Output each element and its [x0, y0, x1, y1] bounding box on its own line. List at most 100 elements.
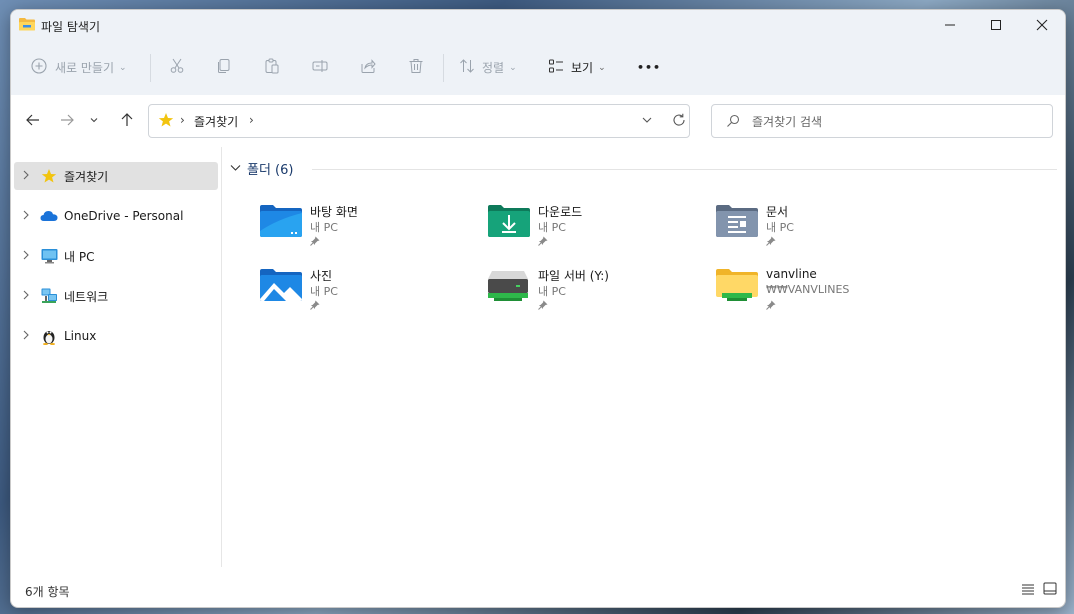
title-bar: 파일 탐색기 — [11, 10, 1065, 40]
monitor-icon — [40, 247, 58, 265]
forward-button[interactable] — [55, 109, 79, 133]
pictures-folder-icon — [258, 265, 304, 305]
toolbar-divider — [150, 54, 151, 82]
view-button-label: 보기 — [571, 61, 594, 75]
cut-button[interactable] — [169, 40, 185, 95]
recent-locations-button[interactable] — [85, 109, 103, 133]
tile-name: 사진 — [310, 269, 333, 283]
cloud-icon — [40, 207, 58, 225]
arrow-right-icon — [60, 113, 74, 130]
tile-name: 바탕 화면 — [310, 205, 358, 219]
drive-tile-file-server[interactable]: 파일 서버 (Y:) 내 PC — [486, 261, 706, 317]
plus-circle-icon — [31, 58, 47, 77]
tile-location: 내 PC — [310, 221, 338, 234]
folder-tile-documents[interactable]: 문서 내 PC — [714, 197, 934, 253]
sort-arrows-icon — [459, 58, 475, 77]
tile-location: ₩₩VANVLINES — [766, 283, 850, 296]
paste-button[interactable] — [264, 40, 280, 95]
delete-button[interactable] — [408, 40, 424, 95]
file-explorer-app-icon — [19, 17, 35, 34]
close-button[interactable] — [1019, 10, 1065, 40]
maximize-button[interactable] — [973, 10, 1019, 40]
tile-location: 내 PC — [310, 285, 338, 298]
status-bar: 6개 항목 — [11, 567, 1065, 607]
folder-tile-downloads[interactable]: 다운로드 내 PC — [486, 197, 706, 253]
chevron-down-icon: ⌄ — [119, 62, 127, 73]
new-button-label: 새로 만들기 — [55, 61, 115, 75]
view-list-icon — [548, 58, 564, 77]
tile-name: 다운로드 — [538, 205, 583, 219]
sidebar-item-onedrive[interactable]: OneDrive - Personal — [14, 202, 218, 230]
pin-icon — [310, 299, 320, 313]
sidebar-item-favorites[interactable]: 즐겨찾기 — [14, 162, 218, 190]
more-options-button[interactable]: ••• — [637, 40, 661, 95]
file-explorer-window: 파일 탐색기 새로 만들기 ⌄ 정렬 ⌄ 보기 ⌄ ••• › 즐겨찾기 › 즐… — [10, 9, 1066, 608]
refresh-icon[interactable] — [672, 113, 686, 130]
chevron-right-icon[interactable] — [22, 290, 36, 303]
tile-location: 내 PC — [766, 221, 794, 234]
new-button[interactable]: 새로 만들기 ⌄ — [31, 40, 127, 95]
chevron-right-icon[interactable] — [22, 250, 36, 263]
share-icon — [360, 58, 376, 77]
chevron-down-icon — [230, 161, 241, 176]
pin-icon — [538, 235, 548, 249]
breadcrumb-segment[interactable]: 즐겨찾기 — [194, 113, 238, 130]
sort-button-label: 정렬 — [482, 61, 505, 75]
pin-icon — [766, 235, 776, 249]
breadcrumb-separator: › — [180, 113, 185, 127]
chevron-right-icon[interactable] — [22, 210, 36, 223]
pin-icon — [766, 299, 776, 313]
documents-folder-icon — [714, 201, 760, 241]
sidebar-item-network[interactable]: 네트워크 — [14, 282, 218, 310]
trash-icon — [408, 58, 424, 77]
sort-button[interactable]: 정렬 ⌄ — [459, 40, 517, 95]
sidebar-item-label: 내 PC — [64, 249, 95, 264]
address-history-dropdown[interactable] — [641, 114, 653, 129]
search-box[interactable]: 즐겨찾기 검색 — [711, 104, 1053, 138]
toolbar-divider — [443, 54, 444, 82]
folders-group-header[interactable]: 폴더 (6) — [230, 159, 293, 178]
search-placeholder: 즐겨찾기 검색 — [752, 115, 823, 129]
scissors-icon — [169, 58, 185, 77]
window-title: 파일 탐색기 — [41, 20, 101, 34]
copy-button[interactable] — [216, 40, 232, 95]
arrow-left-icon — [26, 113, 40, 130]
tile-name: 문서 — [766, 205, 789, 219]
desktop-folder-icon — [258, 201, 304, 241]
navigation-row: › 즐겨찾기 › 즐겨찾기 검색 — [11, 95, 1065, 147]
copy-icon — [216, 58, 232, 77]
item-count: 6개 항목 — [25, 585, 70, 599]
tile-location: 내 PC — [538, 221, 566, 234]
command-bar: 새로 만들기 ⌄ 정렬 ⌄ 보기 ⌄ ••• — [11, 40, 1065, 96]
pin-icon — [538, 299, 548, 313]
sidebar-item-linux[interactable]: Linux — [14, 322, 218, 350]
address-bar[interactable]: › 즐겨찾기 › — [148, 104, 690, 138]
rename-icon — [312, 58, 328, 77]
folder-tile-vanvline[interactable]: vanvline ₩₩VANVLINES — [714, 261, 934, 317]
chevron-right-icon[interactable] — [22, 330, 36, 343]
details-view-icon[interactable] — [1021, 583, 1035, 598]
tile-name: vanvline — [766, 267, 817, 281]
sidebar-item-label: OneDrive - Personal — [64, 209, 184, 223]
up-button[interactable] — [115, 109, 139, 133]
network-folder-icon — [714, 265, 760, 305]
view-button[interactable]: 보기 ⌄ — [548, 40, 606, 95]
folder-tile-pictures[interactable]: 사진 내 PC — [258, 261, 478, 317]
star-icon — [40, 167, 58, 185]
breadcrumb-separator[interactable]: › — [249, 113, 254, 127]
folders-group-label: 폴더 (6) — [247, 163, 294, 178]
content-pane: 폴더 (6) 바탕 화면 내 PC 다운로드 내 PC 문서 내 PC 사진 내… — [222, 147, 1065, 567]
folder-tile-desktop[interactable]: 바탕 화면 내 PC — [258, 197, 478, 253]
tiles-view-icon[interactable] — [1043, 582, 1057, 599]
more-options-icon: ••• — [637, 61, 662, 74]
chevron-right-icon[interactable] — [22, 170, 36, 183]
back-button[interactable] — [21, 109, 45, 133]
chevron-down-icon: ⌄ — [598, 62, 606, 73]
sidebar-item-label: Linux — [64, 329, 97, 343]
share-button[interactable] — [360, 40, 376, 95]
tile-location: 내 PC — [538, 285, 566, 298]
chevron-down-icon: ⌄ — [509, 62, 517, 73]
rename-button[interactable] — [312, 40, 328, 95]
sidebar-item-this-pc[interactable]: 내 PC — [14, 242, 218, 270]
minimize-button[interactable] — [927, 10, 973, 40]
